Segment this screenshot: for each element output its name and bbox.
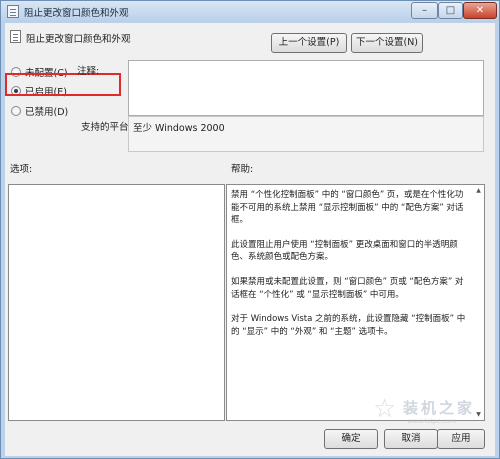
window-title: 阻止更改窗口颜色和外观 [24, 8, 129, 19]
watermark-star-icon: ☆ [373, 394, 397, 424]
help-panel[interactable]: 禁用 “个性化控制面板” 中的 “窗口颜色” 页，或是在个性化功能不可用的系统上… [226, 184, 485, 421]
policy-icon [7, 5, 19, 18]
scroll-up-arrow-icon[interactable]: ▲ [474, 186, 483, 195]
policy-dialog-window: 阻止更改窗口颜色和外观 – □ ✕ 阻止更改窗口颜色和外观 上一个设置(P) 下… [0, 0, 500, 459]
previous-setting-button[interactable]: 上一个设置(P) [271, 33, 347, 53]
apply-button[interactable]: 应用 [437, 429, 485, 449]
dialog-content: 阻止更改窗口颜色和外观 上一个设置(P) 下一个设置(N) 未配置(C) 已启用… [5, 23, 495, 456]
cancel-button[interactable]: 取消 [384, 429, 438, 449]
enabled-highlight-box [5, 73, 121, 96]
radio-disabled-circle[interactable] [11, 106, 21, 116]
help-paragraph: 对于 Windows Vista 之前的系统，此设置隐藏 “控制面板” 中的 “… [231, 314, 466, 337]
close-button[interactable]: ✕ [463, 2, 497, 19]
help-paragraph: 禁用 “个性化控制面板” 中的 “窗口颜色” 页，或是在个性化功能不可用的系统上… [231, 190, 464, 226]
watermark-text: 装机之家 [403, 399, 476, 417]
help-paragraph: 此设置阻止用户使用 “控制面板” 更改桌面和窗口的半透明颜色、系统颜色或配色方案… [231, 239, 458, 263]
watermark-logo: ☆ 装机之家 www.lotpc.com [373, 393, 491, 429]
setting-icon [10, 30, 21, 43]
help-paragraph: 如果禁用或未配置此设置，则 “窗口颜色” 页或 “配色方案” 对话框在 “个性化… [231, 276, 464, 300]
supported-platform-field: 至少 Windows 2000 [128, 116, 484, 152]
watermark-url: www.lotpc.com [407, 417, 457, 425]
comment-label: 注释: [77, 66, 100, 77]
minimize-button[interactable]: – [411, 2, 438, 19]
setting-title: 阻止更改窗口颜色和外观 [26, 34, 131, 45]
help-label: 帮助: [231, 164, 254, 175]
comment-textarea[interactable] [128, 60, 484, 116]
ok-button[interactable]: 确定 [324, 429, 378, 449]
supported-platform-label: 支持的平台: [81, 122, 132, 133]
options-label: 选项: [10, 164, 33, 175]
options-panel [8, 184, 225, 421]
title-bar[interactable]: 阻止更改窗口颜色和外观 – □ ✕ [1, 1, 499, 22]
maximize-button[interactable]: □ [438, 2, 463, 19]
radio-disabled-label[interactable]: 已禁用(D) [25, 104, 68, 118]
next-setting-button[interactable]: 下一个设置(N) [351, 33, 423, 53]
